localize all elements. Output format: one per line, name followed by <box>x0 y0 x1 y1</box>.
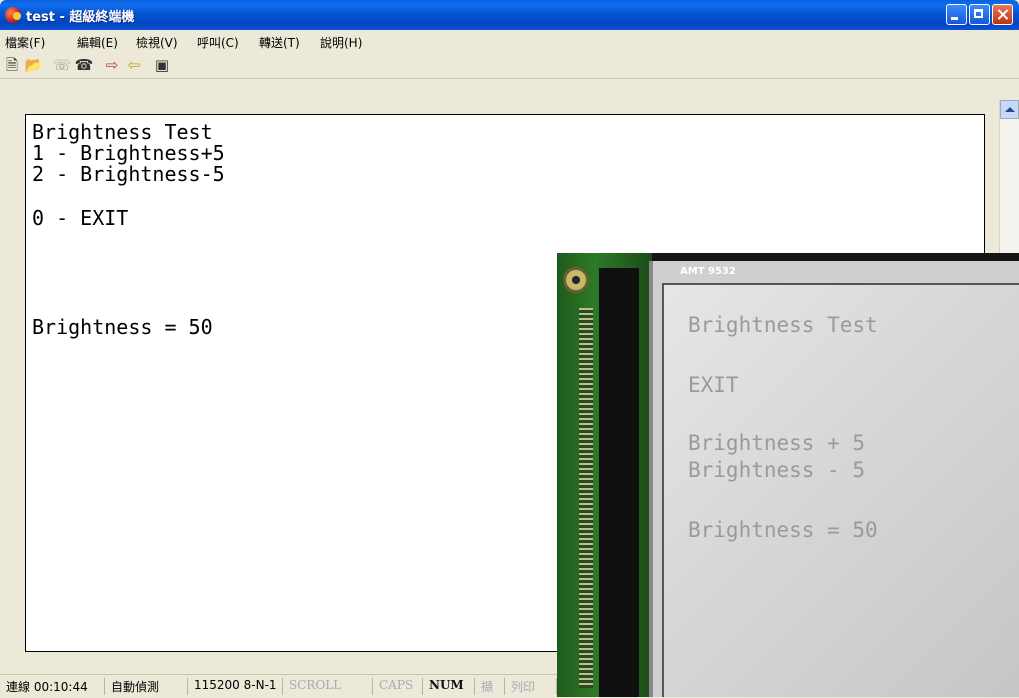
menu-file[interactable]: 檔案(F) <box>5 34 45 51</box>
lcd-line: Brightness + 5 <box>688 431 866 455</box>
module-label: AMT 9532 <box>680 266 736 277</box>
status-print: 列印 <box>505 678 557 695</box>
status-connected: 連線 00:10:44 <box>0 678 105 695</box>
menu-call[interactable]: 呼叫(C) <box>197 34 239 51</box>
status-scroll: SCROLL <box>283 678 373 695</box>
scroll-up-button[interactable] <box>1000 100 1019 119</box>
menu-transfer[interactable]: 轉送(T) <box>259 34 300 51</box>
terminal-line: 0 - EXIT <box>32 206 129 230</box>
new-icon[interactable]: 🗎 <box>2 55 22 75</box>
minimize-button[interactable] <box>946 4 967 25</box>
window-title: test - 超級終端機 <box>26 10 135 25</box>
menu-help[interactable]: 說明(H) <box>320 34 362 51</box>
properties-icon[interactable]: ▣ <box>152 55 172 75</box>
status-detect: 自動偵測 <box>105 678 188 695</box>
lcd-line: Brightness = 50 <box>688 518 878 542</box>
status-port: 115200 8-N-1 <box>188 678 283 695</box>
lcd-photo: AMT 9532 Brightness Test EXIT Brightness… <box>557 253 1019 697</box>
lcd-line: EXIT <box>688 373 739 397</box>
flex-cable <box>599 268 639 697</box>
mounting-hole <box>563 267 589 293</box>
pcb-pins <box>579 308 593 688</box>
terminal-line: 2 - Brightness-5 <box>32 162 225 186</box>
lcd-line: Brightness Test <box>688 313 878 337</box>
disconnect-icon[interactable]: ☏ <box>52 55 72 75</box>
terminal-line: Brightness Test <box>32 120 213 144</box>
status-num: NUM <box>423 678 475 695</box>
lcd-line: Brightness - 5 <box>688 458 866 482</box>
maximize-button[interactable] <box>969 4 990 25</box>
title-bar: test - 超級終端機 <box>0 0 1019 30</box>
open-icon[interactable]: 📂 <box>24 55 44 75</box>
terminal-line: 1 - Brightness+5 <box>32 141 225 165</box>
close-button[interactable] <box>992 4 1013 25</box>
toolbar: 🗎 📂 ☏ ☎ ⇨ ⇦ ▣ <box>0 52 1019 79</box>
send-icon[interactable]: ⇨ <box>102 55 122 75</box>
terminal-line: Brightness = 50 <box>32 315 213 339</box>
status-capture: 擷 <box>475 678 505 695</box>
menu-bar: 檔案(F) 編輯(E) 檢視(V) 呼叫(C) 轉送(T) 說明(H) <box>0 30 1019 52</box>
menu-edit[interactable]: 編輯(E) <box>77 34 118 51</box>
status-caps: CAPS <box>373 678 423 695</box>
lcd-screen <box>662 283 1019 697</box>
menu-view[interactable]: 檢視(V) <box>136 34 178 51</box>
hyperterminal-icon[interactable] <box>5 7 21 23</box>
dial-icon[interactable]: ☎ <box>74 55 94 75</box>
receive-icon[interactable]: ⇦ <box>124 55 144 75</box>
